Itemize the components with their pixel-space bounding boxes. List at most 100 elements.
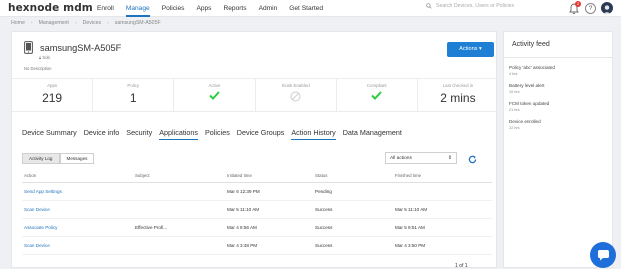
chat-icon [597,250,609,261]
feed-item-time: 10 hrs [509,90,520,94]
device-user-name: Sob [42,55,50,60]
device-detail-panel: samsungSM-A505F 🔒︎ Sob No Description Ac… [11,31,498,269]
feed-item[interactable]: Battery level alert 10 hrs [509,83,612,94]
lock-icon: 🔒︎ [39,55,42,60]
stat-last-checked: Last checked in 2 mins [418,79,498,111]
stat-value: 1 [129,91,137,105]
col-subject: Subject [135,173,150,178]
subtab-activity-log[interactable]: Activity Log [22,153,60,164]
help-icon[interactable]: ? [585,2,596,14]
notifications-button[interactable]: 2 [569,1,581,15]
cell-status: Success [315,225,333,230]
nav-admin[interactable]: Admin [259,0,278,17]
cell-finished: Mar 4 3:50 PM [395,243,426,248]
feed-item[interactable]: FCM token updated 21 hrs [509,101,612,112]
nav-manage[interactable]: Manage [125,0,150,17]
table-row[interactable]: Send App Settings Mar 6 12:39 PM Pending [22,183,492,201]
breadcrumb-management[interactable]: Management [39,20,69,26]
cell-initiated: Mar 6 12:39 PM [227,189,260,194]
search-input[interactable]: Search Devices, Users or Policies [436,3,514,9]
subtab-messages[interactable]: Messages [59,153,95,164]
tab-policies[interactable]: Policies [205,128,230,140]
feed-item[interactable]: Policy 'abc' associated 4 hrs [509,65,612,76]
stat-label: Policy [127,83,140,88]
actions-button[interactable]: Actions ▾ [447,42,494,57]
table-row[interactable]: Scan Device Mar 4 3:48 PM Success Mar 4 … [22,237,492,255]
cell-finished: Mar 5 11:10 AM [395,207,428,212]
action-filter-select[interactable]: All actions ⇕ [385,152,457,164]
nav-reports[interactable]: Reports [223,0,246,17]
col-action: Action [24,173,37,178]
history-subtabs: Activity Log Messages [22,153,95,164]
tab-device-summary[interactable]: Device Summary [22,128,77,140]
tab-data-management[interactable]: Data Management [343,128,402,140]
col-initiated-time: Initiated time [227,173,252,178]
brand-logo[interactable]: hexnode mdm [8,2,97,14]
cell-status: Pending [315,189,332,194]
stat-label: Compliant [366,83,387,88]
top-navbar: hexnode mdm Enroll Manage Policies Apps … [0,0,621,17]
refresh-icon [468,155,477,164]
device-user[interactable]: 🔒︎ Sob [39,55,50,60]
feed-item-text: Battery level alert [509,83,545,88]
tab-device-info[interactable]: Device info [84,128,120,140]
user-icon [603,5,611,14]
divider [504,57,612,58]
stat-active: Active [174,79,256,111]
device-tabs: Device Summary Device info Security Appl… [22,128,409,140]
action-history-table: Action Subject Initiated time Status Fin… [22,173,492,255]
breadcrumb-separator: › [74,20,77,26]
cell-subject: Effective Profi... [135,225,168,230]
tab-security[interactable]: Security [126,128,152,140]
main-nav: Enroll Manage Policies Apps Reports Admi… [97,0,335,17]
nav-get-started[interactable]: Get Started [289,0,323,17]
breadcrumb-current: samsungSM-A505F [114,20,161,26]
breadcrumb-separator: › [30,20,33,26]
cell-action[interactable]: Associate Policy [22,225,135,230]
stat-label: Apps [47,83,58,88]
stat-kiosk: Kiosk Enabled [256,79,337,111]
check-icon [371,91,383,100]
notification-count-badge: 2 [575,1,581,7]
feed-item-time: 22 hrs [509,126,520,130]
stat-label: Last checked in [442,83,474,88]
nav-policies[interactable]: Policies [162,0,185,17]
cell-status: Success [315,243,333,248]
breadcrumb-separator: › [107,20,109,26]
feed-item-time: 21 hrs [509,108,520,112]
global-search[interactable]: Search Devices, Users or Policies [426,3,514,9]
table-row[interactable]: Scan Device Mar 5 11:10 AM Success Mar 5… [22,201,492,219]
chat-launcher-button[interactable] [590,242,616,268]
stat-value: 219 [42,91,63,105]
device-name: samsungSM-A505F [40,42,122,53]
stat-apps[interactable]: Apps 219 [12,79,94,111]
feed-item[interactable]: Device enrolled 22 hrs [509,119,612,130]
tab-device-groups[interactable]: Device Groups [237,128,285,140]
device-header: samsungSM-A505F [24,41,121,54]
stat-label: Kiosk Enabled [281,83,310,88]
pagination[interactable]: 1 of 1 [455,263,468,269]
feed-item-text: Device enrolled [509,119,541,124]
tab-action-history[interactable]: Action History [291,128,336,140]
table-header: Action Subject Initiated time Status Fin… [22,173,492,183]
cell-action[interactable]: Scan Device [22,207,135,212]
select-arrows-icon: ⇕ [447,155,452,161]
cell-action[interactable]: Scan Device [22,243,135,248]
activity-feed-panel: Activity feed Policy 'abc' associated 4 … [503,31,613,268]
col-finished-time: Finished time [395,173,422,178]
nav-apps[interactable]: Apps [196,0,211,17]
phone-icon [24,41,33,54]
cell-action[interactable]: Send App Settings [22,189,135,194]
breadcrumb-home[interactable]: Home [11,20,25,26]
stat-policy[interactable]: Policy 1 [93,79,175,111]
table-row[interactable]: Associate Policy Effective Profi... Mar … [22,219,492,237]
refresh-button[interactable] [468,151,477,169]
disabled-icon [290,91,301,102]
check-icon [209,91,220,100]
tab-applications[interactable]: Applications [159,128,199,140]
breadcrumb-devices[interactable]: Devices [83,20,101,26]
nav-enroll[interactable]: Enroll [97,0,114,17]
user-avatar[interactable] [601,2,613,14]
breadcrumb: Home › Management › Devices › samsungSM-… [11,20,161,26]
filter-value: All actions [390,156,412,161]
